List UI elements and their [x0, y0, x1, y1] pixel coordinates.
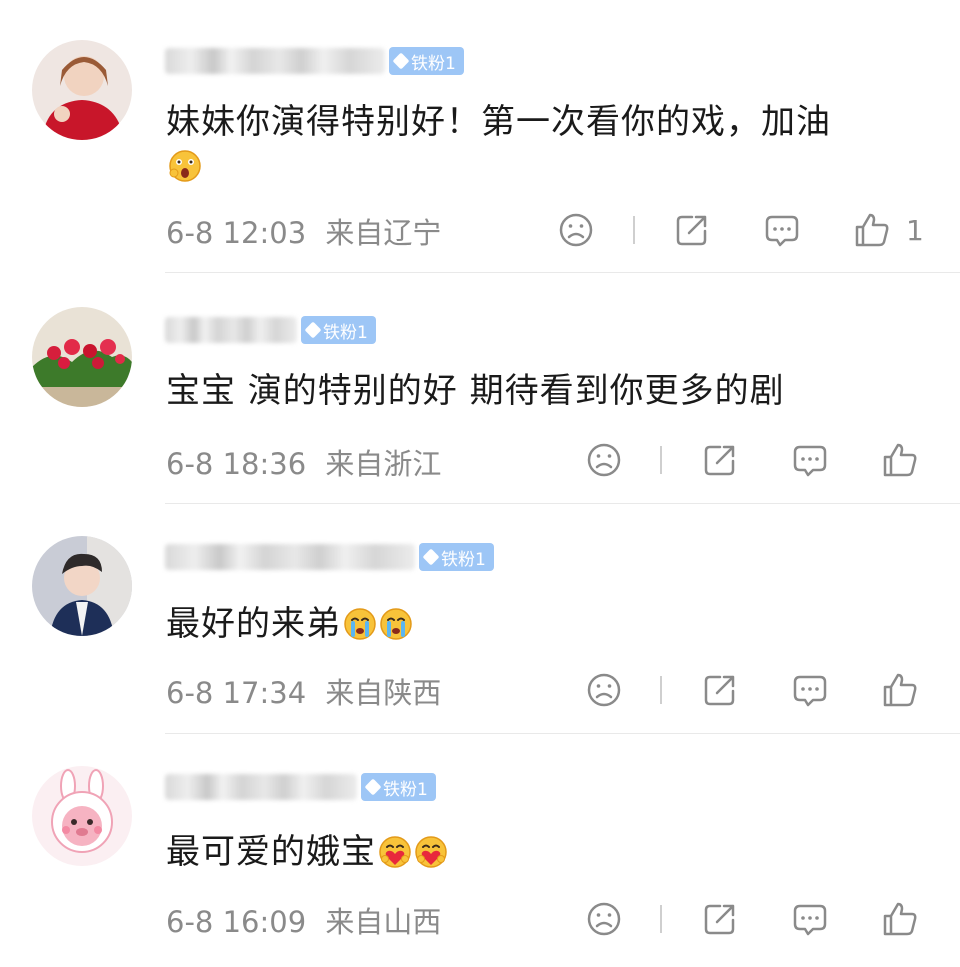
fan-badge-label: 铁粉1	[383, 779, 428, 800]
reply-icon	[793, 904, 827, 936]
username-blurred[interactable]	[165, 544, 415, 570]
comment-text: 宝宝 演的特别的好 期待看到你更多的剧	[166, 371, 785, 411]
username-blurred[interactable]	[165, 317, 297, 343]
like-thumb-icon	[883, 443, 917, 477]
fan-badge-label: 铁粉1	[411, 53, 456, 74]
username-row: 铁粉1	[165, 315, 376, 345]
like-button[interactable]	[880, 670, 920, 710]
comment-text: 最好的来弟	[166, 596, 413, 645]
fan-badge[interactable]: 铁粉1	[419, 543, 494, 571]
fan-badge[interactable]: 铁粉1	[301, 316, 376, 344]
dislike-face-icon	[587, 443, 621, 477]
reply-button[interactable]	[790, 899, 830, 939]
avatar[interactable]	[32, 307, 132, 407]
dislike-button[interactable]	[556, 210, 596, 250]
reply-button[interactable]	[790, 440, 830, 480]
dislike-button[interactable]	[584, 899, 624, 939]
comment-text: 妹妹你演得特别好！第一次看你的戏，加油	[166, 102, 831, 142]
diamond-icon	[422, 548, 440, 566]
diamond-icon	[304, 321, 322, 339]
reply-button[interactable]	[762, 210, 802, 250]
fan-badge[interactable]: 铁粉1	[389, 47, 464, 75]
reply-button[interactable]	[790, 670, 830, 710]
dislike-button[interactable]	[584, 670, 624, 710]
diamond-icon	[364, 778, 382, 796]
dislike-button[interactable]	[584, 440, 624, 480]
comment-text: 最可爱的娥宝	[166, 824, 448, 873]
reply-icon	[765, 215, 799, 247]
avatar[interactable]	[32, 766, 132, 866]
like-button[interactable]	[880, 440, 920, 480]
comment-item: 铁粉1 最可爱的娥宝 6-8 16:09 来自山西	[0, 734, 960, 967]
fan-badge[interactable]: 铁粉1	[361, 773, 436, 801]
share-icon	[704, 675, 735, 706]
dislike-face-icon	[587, 673, 621, 707]
fan-badge-label: 铁粉1	[441, 549, 486, 570]
dislike-face-icon	[587, 902, 621, 936]
username-blurred[interactable]	[165, 48, 385, 74]
comment-actions: 1	[0, 210, 960, 250]
action-separator	[660, 446, 662, 474]
dislike-face-icon	[559, 213, 593, 247]
like-button[interactable]: 1	[852, 210, 924, 250]
avatar[interactable]	[32, 536, 132, 636]
comment-emoji-line	[166, 146, 202, 186]
comment-item: 铁粉1 最好的来弟 6-8 17:34 来自陕西	[0, 504, 960, 734]
comment-actions	[0, 899, 960, 939]
crying-face-icon	[343, 607, 377, 641]
heart-hug-face-icon	[414, 835, 448, 869]
like-button[interactable]	[880, 899, 920, 939]
comment-actions	[0, 440, 960, 480]
action-separator	[660, 676, 662, 704]
comment-item: 铁粉1 妹妹你演得特别好！第一次看你的戏，加油 6-8 12:03 来自辽宁 1	[0, 0, 960, 273]
action-separator	[633, 216, 635, 244]
share-icon	[704, 904, 735, 935]
action-separator	[660, 905, 662, 933]
diamond-icon	[392, 52, 410, 70]
like-count: 1	[906, 213, 924, 247]
username-blurred[interactable]	[165, 774, 357, 800]
heart-hug-face-icon	[378, 835, 412, 869]
like-thumb-icon	[855, 213, 889, 247]
share-icon	[676, 215, 707, 246]
share-icon	[704, 445, 735, 476]
share-button[interactable]	[700, 899, 740, 939]
like-thumb-icon	[883, 673, 917, 707]
comment-item: 铁粉1 宝宝 演的特别的好 期待看到你更多的剧 6-8 18:36 来自浙江	[0, 273, 960, 504]
share-button[interactable]	[672, 210, 712, 250]
username-row: 铁粉1	[165, 46, 464, 76]
comment-actions	[0, 670, 960, 710]
share-button[interactable]	[700, 440, 740, 480]
share-button[interactable]	[700, 670, 740, 710]
username-row: 铁粉1	[165, 772, 436, 802]
username-row: 铁粉1	[165, 542, 494, 572]
like-thumb-icon	[883, 902, 917, 936]
surprised-face-icon	[168, 149, 202, 183]
reply-icon	[793, 445, 827, 477]
avatar[interactable]	[32, 40, 132, 140]
reply-icon	[793, 675, 827, 707]
fan-badge-label: 铁粉1	[323, 322, 368, 343]
crying-face-icon	[379, 607, 413, 641]
